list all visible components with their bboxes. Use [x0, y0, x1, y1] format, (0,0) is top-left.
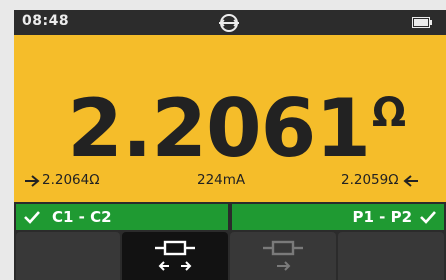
battery-icon — [412, 17, 432, 28]
arrow-left-icon — [403, 174, 418, 187]
single-direction-measurement-icon — [263, 240, 303, 271]
test-current: 224mA — [197, 172, 246, 188]
main-reading-unit: Ω — [372, 90, 407, 136]
reverse-value: 2.2059Ω — [341, 172, 399, 188]
reading-panel: 2.2061 Ω 2.2064Ω 224mA 2.2059Ω — [14, 35, 446, 202]
c1-c2-check: C1 - C2 — [16, 204, 228, 230]
checkmark-icon — [420, 211, 436, 224]
arrow-right-icon — [25, 174, 40, 187]
softkey-4[interactable] — [338, 232, 444, 280]
softkey-2[interactable] — [122, 232, 228, 280]
softkey-bar — [14, 232, 446, 280]
forward-reading: 2.2064Ω — [24, 172, 100, 188]
checkmark-icon — [24, 211, 40, 224]
reverse-reading: 2.2059Ω — [341, 172, 419, 188]
status-bar: 08:48 — [14, 10, 446, 35]
meter-screen: 08:48 2.2061 Ω 2.2064Ω 224mA 2.2059Ω C1 … — [14, 10, 446, 280]
c1-c2-label: C1 - C2 — [52, 208, 112, 226]
softkey-1[interactable] — [16, 232, 120, 280]
main-reading: 2.2061 — [67, 82, 371, 175]
softkey-3[interactable] — [230, 232, 336, 280]
null-probe-icon — [219, 14, 239, 32]
p1-p2-label: P1 - P2 — [352, 208, 412, 226]
status-time: 08:48 — [22, 13, 70, 29]
bidirectional-measurement-icon — [155, 240, 195, 271]
forward-value: 2.2064Ω — [42, 172, 100, 188]
p1-p2-check: P1 - P2 — [232, 204, 444, 230]
